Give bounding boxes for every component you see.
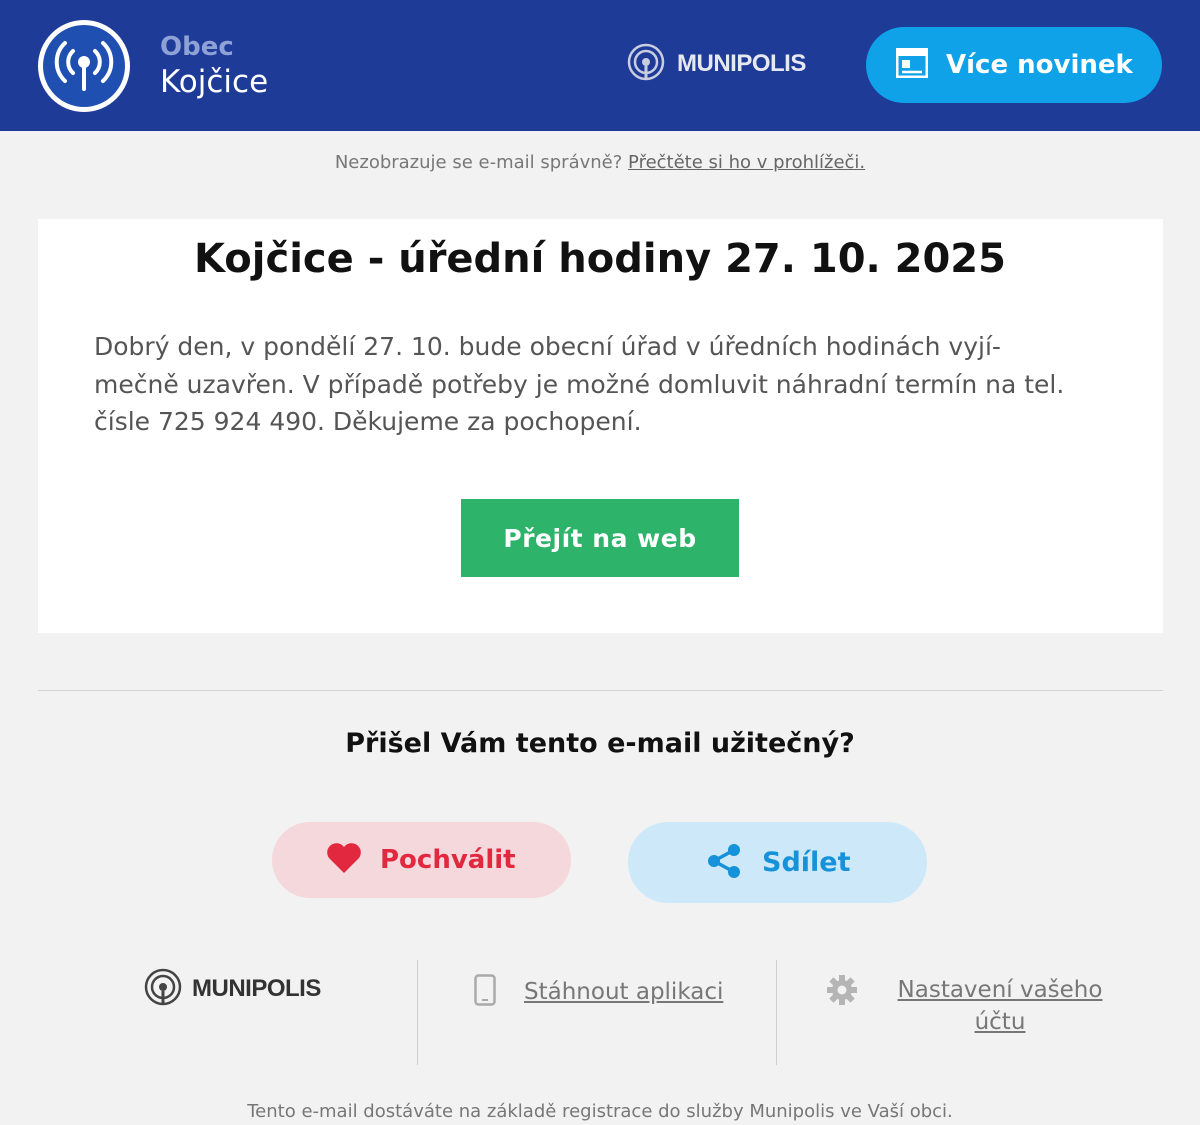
view-in-browser-link[interactable]: Přečtěte si ho v prohlížeči. <box>628 152 865 173</box>
praise-button[interactable]: Pochválit <box>272 822 571 898</box>
org-label: Obec <box>160 32 234 62</box>
org-name: Kojčice <box>160 64 269 100</box>
account-settings-link[interactable]: Nastavení vašeho účtu <box>826 974 1115 1038</box>
footer-separator <box>776 960 777 1065</box>
smartphone-icon <box>474 974 496 1010</box>
notice-text: Nezobrazuje se e-mail správně? <box>334 152 623 173</box>
account-settings-label: Nastavení vašeho účtu <box>897 977 1103 1035</box>
munipolis-logo-icon <box>144 968 182 1010</box>
divider <box>38 690 1163 691</box>
browser-view-notice: Nezobrazuje se e-mail správně? Přečtěte … <box>0 152 1200 173</box>
feedback-question: Přišel Vám tento e-mail užitečný? <box>345 728 855 759</box>
share-label: Sdílet <box>762 847 851 878</box>
more-news-label: Více novinek <box>946 50 1133 80</box>
footer-munipolis-brand[interactable]: MUNIPOLIS <box>144 968 321 1010</box>
footer-separator <box>417 960 418 1065</box>
newspaper-icon <box>895 47 929 82</box>
download-app-link[interactable]: Stáhnout aplikaci <box>474 974 723 1010</box>
download-app-label: Stáhnout aplikaci <box>524 979 724 1005</box>
registration-note: Tento e-mail dostáváte na základě regist… <box>247 1101 953 1122</box>
share-button[interactable]: Sdílet <box>628 822 927 903</box>
footer-brand-name: MUNIPOLIS <box>192 975 321 1002</box>
praise-label: Pochválit <box>380 845 516 875</box>
heart-icon <box>326 842 362 878</box>
article-body: Dobrý den, v pondělí 27. 10. bude obecní… <box>94 332 1065 436</box>
article-title: Kojčice - úřední hodiny 27. 10. 2025 <box>194 236 1006 282</box>
go-to-web-button[interactable]: Přejít na web <box>461 499 739 577</box>
more-news-button[interactable]: Více novinek <box>866 27 1162 103</box>
munipolis-logo-icon <box>627 43 665 85</box>
munipolis-brand[interactable]: MUNIPOLIS <box>627 43 806 85</box>
brand-name: MUNIPOLIS <box>677 50 806 77</box>
broadcast-tower-icon <box>43 25 125 107</box>
gear-icon <box>826 974 858 1010</box>
share-icon <box>706 843 742 883</box>
header-bar: Obec Kojčice MUNIPOLIS Více novinek <box>0 0 1200 131</box>
municipality-logo[interactable] <box>38 20 130 112</box>
